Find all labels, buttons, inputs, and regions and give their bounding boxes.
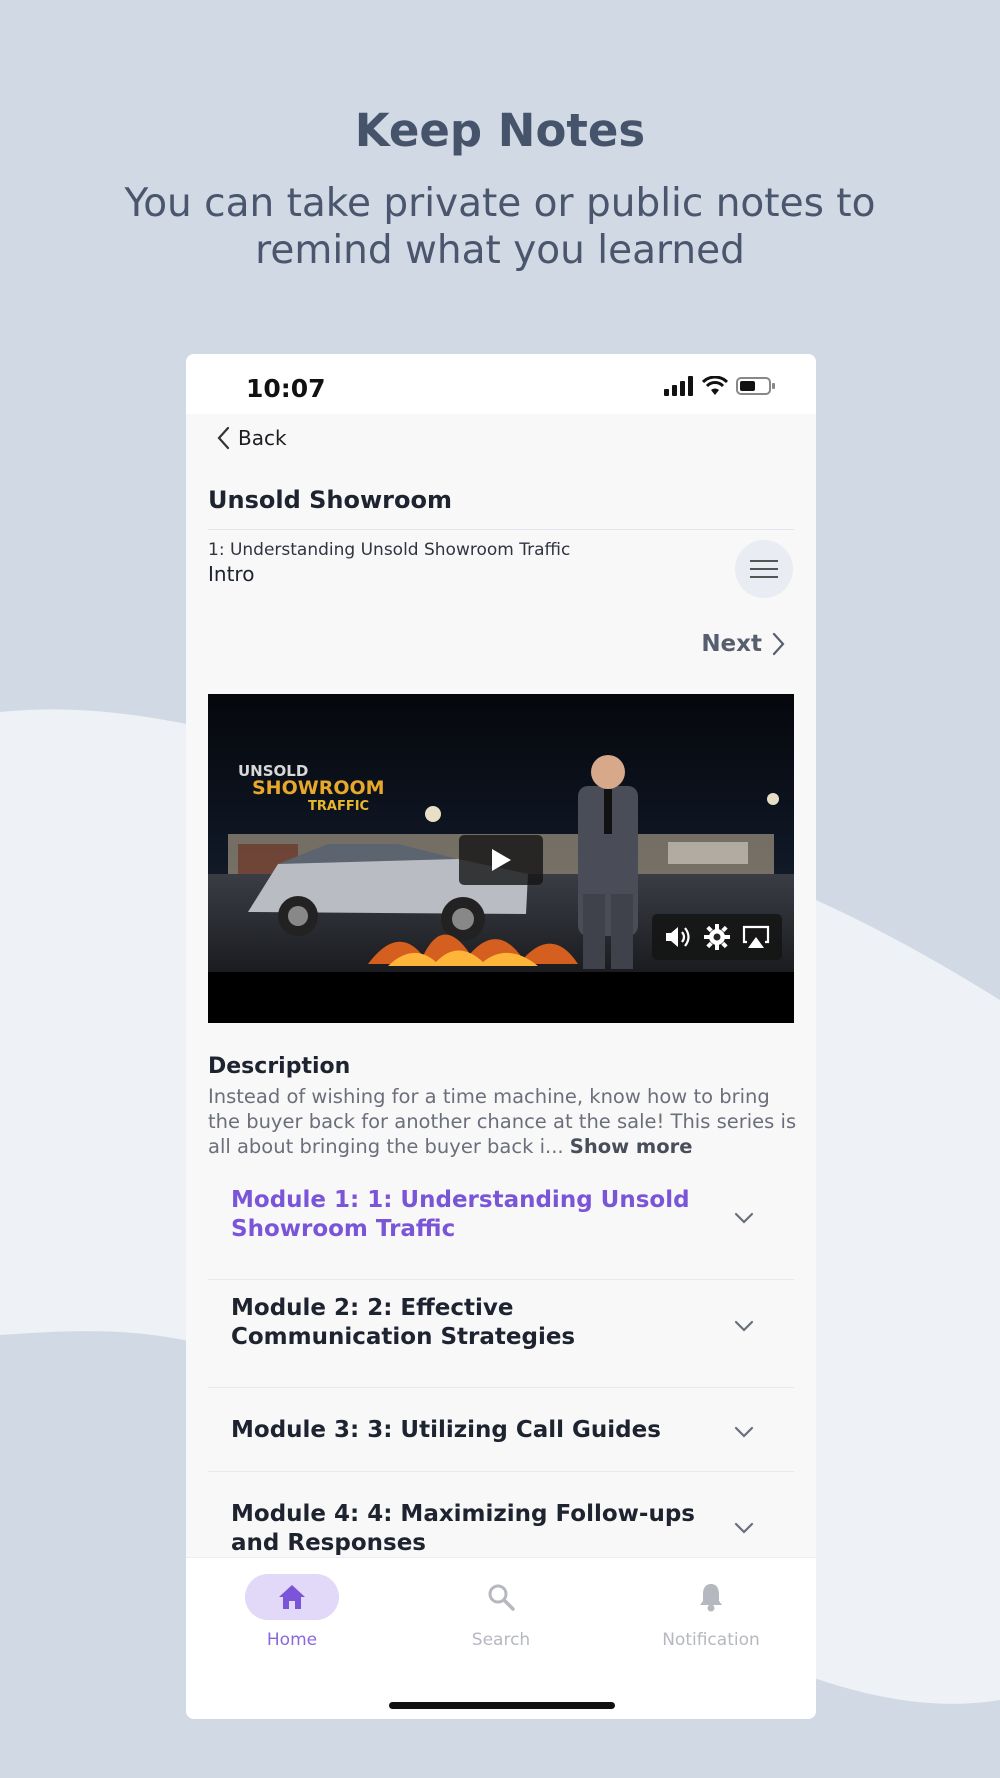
tab-home-label: Home bbox=[266, 1630, 318, 1650]
hamburger-icon bbox=[750, 560, 778, 578]
back-button[interactable]: Back bbox=[216, 426, 287, 450]
show-more-link[interactable]: Show more bbox=[570, 1135, 693, 1158]
description-text: Instead of wishing for a time machine, k… bbox=[208, 1084, 798, 1159]
settings-icon[interactable] bbox=[704, 924, 730, 950]
tab-search[interactable]: Search bbox=[431, 1574, 571, 1650]
chevron-down-icon bbox=[734, 1426, 754, 1438]
bottom-tab-bar: Home Search Notification bbox=[186, 1557, 816, 1719]
lesson-name: Intro bbox=[208, 562, 255, 586]
next-label: Next bbox=[701, 631, 762, 657]
tab-notification-label: Notification bbox=[662, 1630, 760, 1650]
chevron-left-icon bbox=[217, 426, 230, 450]
home-indicator bbox=[389, 1702, 615, 1709]
svg-text:TRAFFIC: TRAFFIC bbox=[308, 799, 369, 814]
phone-screen: 10:07 Back Unsold Showroom 1: Understand… bbox=[186, 354, 816, 1719]
tab-home-pill bbox=[245, 1574, 339, 1620]
description-body: Instead of wishing for a time machine, k… bbox=[208, 1085, 797, 1158]
wifi-icon bbox=[702, 376, 728, 395]
bell-icon bbox=[700, 1584, 722, 1612]
module-title: Module 1: 1: Understanding Unsold Showro… bbox=[231, 1187, 690, 1242]
hero-subtitle: You can take private or public notes to … bbox=[124, 181, 876, 273]
search-icon bbox=[488, 1584, 515, 1611]
play-button[interactable] bbox=[459, 835, 543, 885]
module-item[interactable]: Module 2: 2: Effective Communication Str… bbox=[208, 1280, 794, 1388]
signal-icon bbox=[664, 376, 693, 396]
description-heading: Description bbox=[208, 1054, 351, 1079]
tab-home[interactable]: Home bbox=[222, 1574, 362, 1650]
hero-title: Keep Notes bbox=[354, 104, 646, 157]
divider bbox=[208, 529, 794, 530]
status-time: 10:07 bbox=[246, 374, 326, 403]
module-title: Module 3: 3: Utilizing Call Guides bbox=[231, 1417, 661, 1443]
next-button[interactable]: Next bbox=[701, 631, 786, 657]
lesson-module: 1: Understanding Unsold Showroom Traffic bbox=[208, 540, 571, 560]
tab-notification[interactable]: Notification bbox=[641, 1574, 781, 1650]
course-title: Unsold Showroom bbox=[208, 486, 452, 514]
chevron-down-icon bbox=[734, 1320, 754, 1332]
play-icon bbox=[492, 849, 511, 871]
svg-text:SHOWROOM: SHOWROOM bbox=[252, 777, 385, 799]
video-player[interactable]: UNSOLD SHOWROOM TRAFFIC bbox=[208, 694, 794, 1023]
module-title: Module 4: 4: Maximizing Follow-ups and R… bbox=[231, 1501, 695, 1556]
video-control-bar bbox=[652, 914, 782, 960]
tab-search-pill bbox=[454, 1574, 548, 1620]
airplay-icon[interactable] bbox=[742, 924, 770, 950]
chevron-down-icon bbox=[734, 1522, 754, 1534]
status-icons bbox=[664, 376, 776, 396]
module-title: Module 2: 2: Effective Communication Str… bbox=[231, 1295, 576, 1350]
module-item[interactable]: Module 1: 1: Understanding Unsold Showro… bbox=[208, 1174, 794, 1280]
status-bar: 10:07 bbox=[186, 354, 816, 414]
module-item[interactable]: Module 3: 3: Utilizing Call Guides bbox=[208, 1388, 794, 1472]
back-label: Back bbox=[238, 426, 287, 450]
chevron-right-icon bbox=[772, 632, 785, 656]
volume-icon[interactable] bbox=[664, 924, 692, 950]
module-item[interactable]: Module 4: 4: Maximizing Follow-ups and R… bbox=[208, 1472, 794, 1562]
lesson-menu-button[interactable] bbox=[735, 540, 793, 598]
home-icon bbox=[279, 1585, 305, 1609]
chevron-down-icon bbox=[734, 1212, 754, 1224]
battery-icon bbox=[736, 377, 775, 395]
tab-notification-pill bbox=[664, 1574, 758, 1620]
tab-search-label: Search bbox=[471, 1630, 531, 1650]
